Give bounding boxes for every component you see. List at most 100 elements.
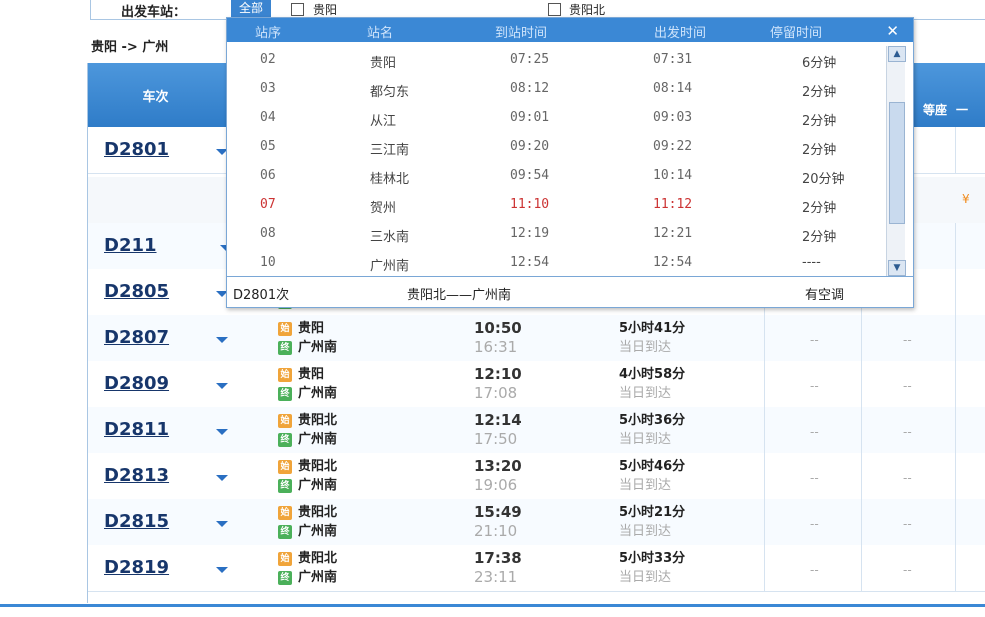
stop-arrive: 12:19	[510, 226, 550, 241]
duration: 5小时21分	[619, 505, 686, 520]
stop-duration: ----	[802, 255, 821, 270]
stop-name: 桂林北	[370, 172, 410, 187]
to-station: 广州南	[298, 570, 338, 585]
stop-depart: 11:12	[653, 197, 693, 212]
to-station: 广州南	[298, 432, 338, 447]
chevron-down-icon[interactable]	[216, 521, 228, 527]
end-badge: 终	[278, 432, 292, 447]
stop-seq: 05	[260, 139, 276, 154]
column-divider	[861, 499, 862, 545]
train-number-link[interactable]: D2819	[104, 557, 169, 578]
seat-empty: --	[810, 563, 819, 577]
popup-scrollbar[interactable]: ▲ ▼	[886, 46, 906, 276]
stop-depart: 09:03	[653, 110, 693, 125]
scroll-up-icon[interactable]: ▲	[888, 46, 906, 62]
start-badge: 始	[278, 413, 292, 428]
start-badge: 始	[278, 321, 292, 336]
chevron-down-icon[interactable]	[216, 567, 228, 573]
train-number-link[interactable]: D2805	[104, 281, 169, 302]
train-number-link[interactable]: D2807	[104, 327, 169, 348]
train-number-link[interactable]: D211	[104, 235, 157, 256]
scroll-thumb[interactable]	[889, 102, 905, 224]
stop-seq: 03	[260, 81, 276, 96]
column-divider	[861, 361, 862, 407]
table-row: D2819 始贵阳北终广州南 17:38 23:11 5小时33分 当日到达 -- --	[88, 545, 985, 592]
table-row: D2811 始贵阳北终广州南 12:14 17:50 5小时36分 当日到达 -- --	[88, 407, 985, 454]
stations-cell: 始贵阳北终广州南	[278, 457, 337, 495]
start-badge: 始	[278, 459, 292, 474]
duration-cell: 5小时46分 当日到达	[619, 457, 685, 495]
checkbox-guiyangbei[interactable]	[548, 3, 561, 16]
chevron-down-icon[interactable]	[216, 383, 228, 389]
chevron-down-icon[interactable]	[216, 429, 228, 435]
checkbox-label-guiyang: 贵阳	[313, 3, 338, 17]
column-divider	[955, 315, 956, 361]
arrival-day: 当日到达	[619, 570, 672, 585]
train-number-link[interactable]: D2813	[104, 465, 169, 486]
stop-row: 06 桂林北 09:54 10:14 20分钟	[227, 164, 887, 188]
column-divider	[955, 223, 956, 269]
stop-arrive: 11:10	[510, 197, 550, 212]
stop-duration: 2分钟	[802, 114, 837, 129]
popup-col-stop: 停留时间	[770, 26, 823, 41]
column-divider	[955, 361, 956, 407]
end-badge: 终	[278, 386, 292, 401]
from-station: 贵阳北	[298, 459, 338, 474]
column-divider	[764, 545, 765, 591]
arrive-time: 21:10	[474, 522, 518, 540]
stations-cell: 始贵阳终广州南	[278, 365, 337, 403]
stop-name: 广州南	[370, 259, 410, 274]
times-cell: 12:14 17:50	[474, 411, 522, 449]
stations-cell: 始贵阳北终广州南	[278, 503, 337, 541]
from-station: 贵阳	[298, 367, 325, 382]
chevron-down-icon[interactable]	[216, 475, 228, 481]
depart-time: 12:10	[474, 365, 522, 383]
depart-time: 15:49	[474, 503, 522, 521]
popup-route: 贵阳北——广州南	[407, 288, 512, 303]
popup-aircon: 有空调	[805, 288, 845, 303]
popup-col-arrive: 到站时间	[495, 26, 548, 41]
column-divider	[764, 315, 765, 361]
duration: 5小时33分	[619, 551, 686, 566]
scroll-down-icon[interactable]: ▼	[888, 260, 906, 276]
seat-empty: --	[810, 425, 819, 439]
header-train: 车次	[142, 90, 169, 105]
column-divider	[955, 453, 956, 499]
stop-duration: 2分钟	[802, 143, 837, 158]
stop-arrive: 09:01	[510, 110, 550, 125]
train-number-link[interactable]: D2809	[104, 373, 169, 394]
stop-row: 05 三江南 09:20 09:22 2分钟	[227, 135, 887, 159]
stop-row: 04 从江 09:01 09:03 2分钟	[227, 106, 887, 130]
chevron-down-icon[interactable]	[216, 337, 228, 343]
stop-arrive: 12:54	[510, 255, 550, 270]
close-icon[interactable]: ✕	[886, 22, 899, 40]
seat-empty: --	[903, 333, 912, 347]
seat-empty: --	[903, 379, 912, 393]
stop-seq: 07	[260, 197, 276, 212]
duration-cell: 5小时21分 当日到达	[619, 503, 685, 541]
arrive-time: 23:11	[474, 568, 518, 586]
to-station: 广州南	[298, 524, 338, 539]
depart-time: 10:50	[474, 319, 522, 337]
depart-time: 13:20	[474, 457, 522, 475]
checkbox-guiyang[interactable]	[291, 3, 304, 16]
stop-arrive: 09:20	[510, 139, 550, 154]
column-divider	[764, 361, 765, 407]
stop-duration: 6分钟	[802, 56, 837, 71]
times-cell: 12:10 17:08	[474, 365, 522, 403]
stop-depart: 12:54	[653, 255, 693, 270]
column-divider	[861, 545, 862, 591]
stop-duration: 2分钟	[802, 85, 837, 100]
stop-duration: 20分钟	[802, 172, 845, 187]
times-cell: 15:49 21:10	[474, 503, 522, 541]
train-number-link[interactable]: D2801	[104, 139, 169, 160]
column-divider	[955, 407, 956, 453]
end-badge: 终	[278, 340, 292, 355]
header-seat: 等座	[923, 103, 948, 117]
filter-all-button[interactable]: 全部	[231, 0, 271, 17]
to-station: 广州南	[298, 386, 338, 401]
train-number-link[interactable]: D2811	[104, 419, 169, 440]
end-badge: 终	[278, 524, 292, 539]
train-number-link[interactable]: D2815	[104, 511, 169, 532]
to-station: 广州南	[298, 478, 338, 493]
